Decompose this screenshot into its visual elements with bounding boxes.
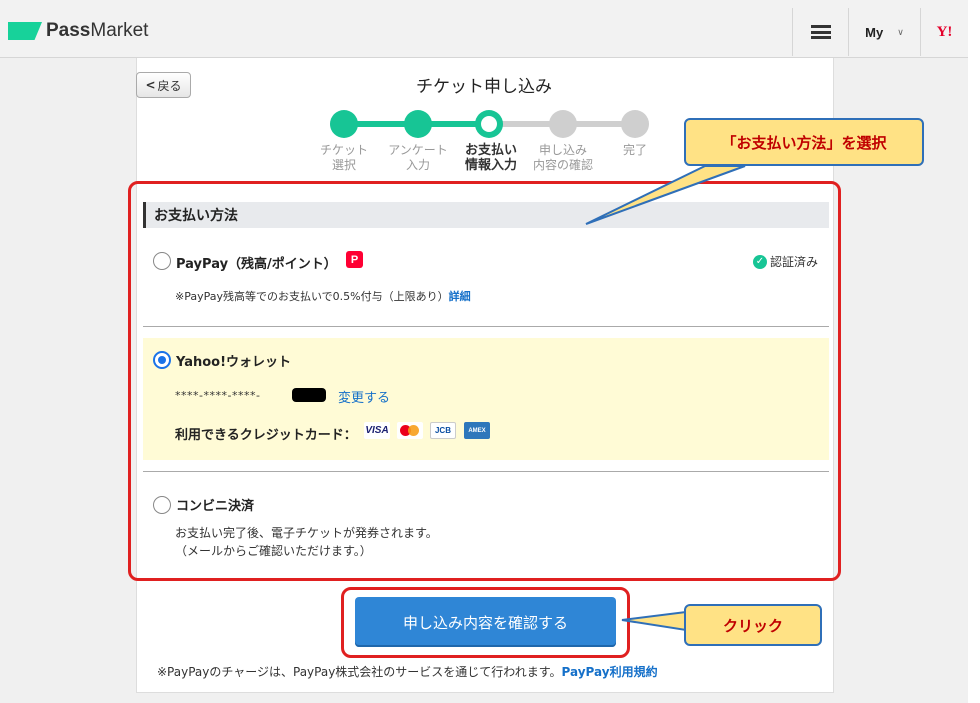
logo-mark-icon: [8, 22, 42, 40]
top-header: PassMarket My ∨ Y!: [0, 0, 968, 58]
back-button[interactable]: < 戻る: [136, 72, 191, 98]
chevron-left-icon: <: [145, 78, 156, 92]
step-label-3: お支払い 情報入力: [464, 143, 517, 173]
step-label-1: チケット 選択: [319, 143, 368, 172]
step-label-4: 申し込み 内容の確認: [532, 143, 593, 172]
highlight-payment-box: [128, 181, 841, 581]
list-menu-icon: [810, 25, 831, 39]
menu-button[interactable]: [792, 8, 848, 56]
passmarket-logo[interactable]: PassMarket: [8, 20, 148, 42]
footnote: ※PayPayのチャージは、PayPay株式会社のサービスを通じて行われます。P…: [157, 663, 658, 680]
step-dot-4: [549, 110, 577, 138]
yahoo-button[interactable]: Y!: [920, 8, 968, 56]
logo-text-bold: Pass: [46, 20, 91, 41]
step-dot-5: [621, 110, 649, 138]
step-dot-1: [330, 110, 358, 138]
back-label: 戻る: [157, 78, 182, 93]
yahoo-logo-icon: Y!: [936, 23, 953, 40]
my-label: My: [865, 24, 884, 40]
footnote-text: ※PayPayのチャージは、PayPay株式会社のサービスを通じて行われます。: [157, 665, 562, 679]
paypay-terms-link[interactable]: PayPay利用規約: [562, 665, 658, 679]
chevron-down-icon: ∨: [897, 26, 904, 37]
step-dot-3: [475, 110, 503, 138]
step-dot-2: [404, 110, 432, 138]
callout-click: クリック: [684, 604, 822, 646]
confirm-application-button[interactable]: 申し込み内容を確認する: [355, 597, 616, 647]
my-menu-button[interactable]: My ∨: [848, 8, 920, 56]
callout-select-payment: 「お支払い方法」を選択: [684, 118, 924, 166]
step-label-5: 完了: [622, 143, 647, 157]
page-title: チケット申し込み: [416, 77, 552, 97]
logo-text-rest: Market: [90, 20, 149, 41]
step-label-2: アンケート 入力: [388, 143, 448, 172]
